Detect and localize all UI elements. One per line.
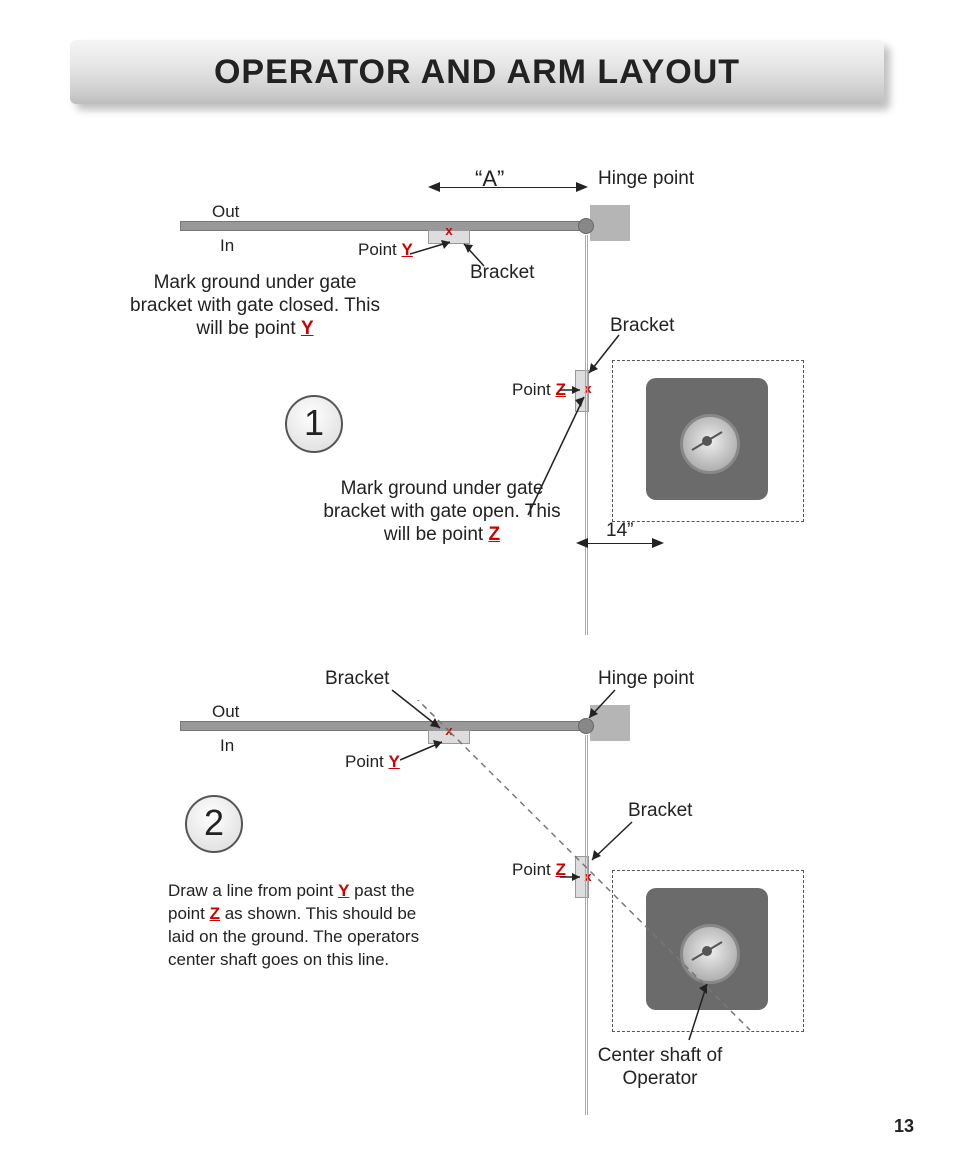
bracket-label-2a: Bracket — [325, 668, 389, 691]
page-number: 13 — [894, 1116, 914, 1137]
dial-graphic-1 — [680, 414, 734, 468]
center-shaft-label: Center shaft of Operator — [575, 1045, 745, 1091]
pointer-center-shaft — [685, 980, 725, 1050]
dim-14-label: 14” — [606, 520, 633, 543]
in-label-2: In — [220, 736, 234, 756]
page-title: OPERATOR AND ARM LAYOUT — [70, 40, 884, 104]
point-y-label-1: Point Y — [358, 240, 413, 260]
step-number-2: 2 — [185, 795, 243, 853]
point-y-mark-1: x — [443, 225, 455, 237]
post-1 — [590, 205, 630, 241]
diagonal-line — [300, 700, 850, 1100]
dim-a-arrows — [428, 180, 588, 196]
out-label-1: Out — [212, 202, 239, 222]
hinge-label-1: Hinge point — [598, 168, 694, 191]
gate-bar-1 — [180, 221, 582, 231]
out-label-2: Out — [212, 702, 239, 722]
note-mark-y: Mark ground under gate bracket with gate… — [130, 272, 380, 340]
in-label-1: In — [220, 236, 234, 256]
step-number-1: 1 — [285, 395, 343, 453]
pointer-bracket-1a — [460, 240, 500, 270]
pointer-note-z1 — [520, 395, 600, 525]
hinge-dot-1 — [578, 218, 594, 234]
dim-a-label: “A” — [475, 166, 504, 192]
